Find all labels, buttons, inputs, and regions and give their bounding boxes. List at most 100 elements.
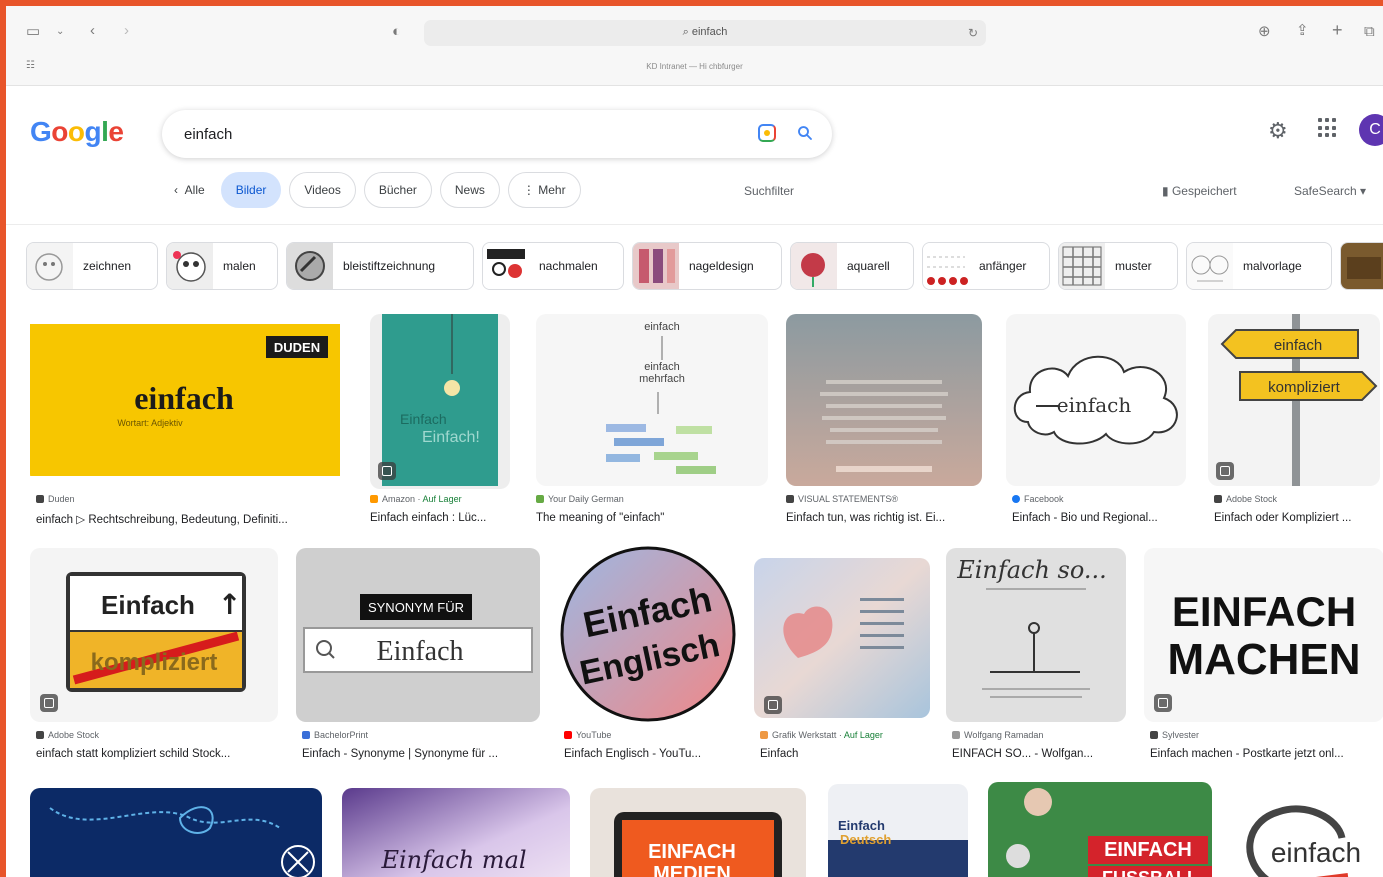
- image-result[interactable]: DUDEN einfach Wortart: Adjektiv Duden einf…: [30, 314, 346, 534]
- image-thumbnail: Einfach mal: [342, 788, 570, 877]
- result-title[interactable]: Einfach machen - Postkarte jetzt onl...: [1150, 748, 1383, 760]
- image-thumbnail: EinfachEnglisch: [558, 544, 738, 722]
- privacy-shield-icon[interactable]: ◐: [392, 24, 401, 40]
- result-title[interactable]: einfach ▷ Rechtschreibung, Bedeutung, De…: [36, 512, 346, 526]
- tab-videos[interactable]: Videos: [289, 172, 356, 208]
- chip-thumbnail: [923, 243, 969, 289]
- tab-news[interactable]: News: [439, 172, 500, 208]
- image-thumbnail: Einfach ↑ kompliziert: [30, 548, 278, 722]
- image-result[interactable]: Grafik Werkstatt · Auf Lager Einfach: [754, 558, 930, 770]
- image-result[interactable]: Einfach Englisch YouTube Einfach Englisch…: [558, 544, 738, 770]
- address-bar[interactable]: ⌕ einfach ↻: [424, 20, 986, 46]
- image-result[interactable]: einfach kompliziert Adobe Stock Einfach o…: [1208, 314, 1380, 534]
- search-filter-button[interactable]: Suchfilter: [744, 184, 794, 198]
- chip-label: aquarell: [847, 259, 890, 273]
- google-logo[interactable]: Google: [30, 116, 124, 148]
- image-result[interactable]: Einfach so... Wolfgang Ramadan EINFACH S…: [946, 548, 1126, 770]
- chip-malvorlage[interactable]: malvorlage: [1186, 242, 1332, 290]
- saved-button[interactable]: ▮ Gespeichert: [1162, 184, 1237, 198]
- settings-gear-icon[interactable]: ⚙: [1268, 118, 1288, 144]
- chip-nachmalen[interactable]: nachmalen: [482, 242, 624, 290]
- search-tabs: ‹ Alle Bilder Videos Bücher News ⋮ Mehr: [166, 172, 581, 208]
- chip-label: malvorlage: [1243, 259, 1302, 273]
- result-source: Facebook: [1012, 494, 1064, 504]
- image-text: MACHEN: [1167, 635, 1360, 684]
- chip-zeichnen[interactable]: zeichnen: [26, 242, 158, 290]
- image-result[interactable]: Einfach mal: [342, 788, 570, 877]
- tabs-icon[interactable]: ⧉: [1364, 24, 1375, 40]
- account-avatar[interactable]: C: [1359, 114, 1383, 146]
- image-result[interactable]: einfach Facebook Einfach - Bio und Regio…: [1006, 314, 1186, 534]
- search-box[interactable]: einfach: [162, 110, 832, 158]
- result-source: Amazon · Auf Lager: [370, 494, 462, 504]
- tab-bilder[interactable]: Bilder: [220, 172, 282, 208]
- image-result[interactable]: EINFACH MEDIEN: [590, 788, 806, 877]
- image-thumbnail: [754, 558, 930, 718]
- image-text: SYNONYM FÜR: [368, 600, 464, 615]
- saved-label: Gespeichert: [1171, 184, 1237, 198]
- chip-thumbnail: [791, 243, 837, 289]
- image-result[interactable]: einfach: [1230, 782, 1383, 877]
- result-title[interactable]: Einfach oder Kompliziert ...: [1214, 512, 1380, 524]
- result-title[interactable]: einfach statt kompliziert schild Stock..…: [36, 748, 278, 760]
- tab-subline: KD Intranet — Hi chbfurger: [646, 62, 743, 71]
- result-title[interactable]: Einfach einfach : Lüc...: [370, 512, 510, 524]
- chip-thumbnail: [167, 243, 213, 289]
- tab-mehr[interactable]: ⋮ Mehr: [507, 172, 581, 208]
- source-favicon: [564, 731, 572, 739]
- image-text: einfach: [1271, 837, 1361, 868]
- chip-malen[interactable]: malen: [166, 242, 278, 290]
- image-result[interactable]: Einfach Deutsch: [828, 784, 968, 877]
- google-lens-icon[interactable]: [758, 124, 776, 142]
- image-result[interactable]: EINFACH FUSSBALL: [988, 782, 1212, 877]
- result-title[interactable]: Einfach tun, was richtig ist. Ei...: [786, 512, 982, 524]
- result-source: BachelorPrint: [302, 730, 368, 740]
- chip-nageldesign[interactable]: nageldesign: [632, 242, 782, 290]
- image-result[interactable]: [30, 788, 322, 877]
- image-text: EINFACH: [1104, 839, 1192, 861]
- result-title[interactable]: The meaning of "einfach": [536, 512, 768, 524]
- safesearch-button[interactable]: SafeSearch ▾: [1294, 184, 1366, 198]
- result-source: Adobe Stock: [36, 730, 99, 740]
- image-result[interactable]: Einfach Einfach! Amazon · Auf Lager Einfa…: [370, 314, 510, 534]
- result-title[interactable]: EINFACH SO... - Wolfgan...: [952, 748, 1126, 760]
- image-result[interactable]: SYNONYM FÜR Einfach BachelorPrint Einfach…: [296, 548, 540, 770]
- result-title[interactable]: Einfach - Synonyme | Synonyme für ...: [302, 748, 540, 760]
- back-chevron-icon: ‹: [174, 183, 185, 197]
- result-title[interactable]: Einfach Englisch - YouTu...: [564, 748, 738, 760]
- image-text: einfach: [134, 380, 234, 416]
- chip-more[interactable]: [1340, 242, 1383, 290]
- share-icon[interactable]: ⇪: [1296, 23, 1309, 39]
- tab-buecher[interactable]: Bücher: [363, 172, 432, 208]
- sidebar-icon[interactable]: ▭: [26, 24, 40, 40]
- image-thumbnail: einfach: [1230, 782, 1383, 877]
- chip-bleistiftzeichnung[interactable]: bleistiftzeichnung: [286, 242, 474, 290]
- image-result[interactable]: einfach einfach mehrfach Your Daily German…: [536, 314, 768, 534]
- result-source: Adobe Stock: [1214, 494, 1277, 504]
- back-icon[interactable]: ‹: [90, 23, 95, 39]
- duden-badge: DUDEN: [274, 340, 320, 355]
- image-result[interactable]: Einfach ↑ kompliziert Adobe Stock einfach …: [30, 548, 278, 770]
- image-text: einfach: [1274, 337, 1322, 354]
- forward-icon[interactable]: ›: [124, 23, 129, 39]
- chip-anfaenger[interactable]: anfänger: [922, 242, 1050, 290]
- search-icon[interactable]: [796, 124, 814, 142]
- chip-label: bleistiftzeichnung: [343, 259, 436, 273]
- image-result[interactable]: VISUAL STATEMENTS® Einfach tun, was rich…: [786, 314, 982, 534]
- chip-aquarell[interactable]: aquarell: [790, 242, 914, 290]
- chip-muster[interactable]: muster: [1058, 242, 1178, 290]
- source-favicon: [302, 731, 310, 739]
- sidebar-chevron-icon[interactable]: ⌄: [56, 24, 64, 40]
- tab-alle[interactable]: ‹ Alle: [166, 172, 213, 208]
- browser-toolbar: ▭ ⌄ ‹ › ☷ ◐ ⌕ einfach ↻ KD Intranet — Hi…: [6, 6, 1383, 86]
- reload-icon[interactable]: ↻: [968, 25, 978, 41]
- download-icon[interactable]: ⊕: [1258, 24, 1271, 40]
- search-input[interactable]: einfach: [184, 126, 232, 143]
- source-favicon: [370, 495, 378, 503]
- apps-grid-icon[interactable]: [1318, 118, 1338, 138]
- result-title[interactable]: Einfach: [760, 748, 930, 760]
- new-tab-icon[interactable]: +: [1332, 21, 1343, 39]
- image-text: Wortart: Adjektiv: [117, 418, 183, 428]
- result-title[interactable]: Einfach - Bio und Regional...: [1012, 512, 1186, 524]
- image-result[interactable]: EINFACH MACHEN Sylvester Einfach machen -…: [1144, 548, 1383, 770]
